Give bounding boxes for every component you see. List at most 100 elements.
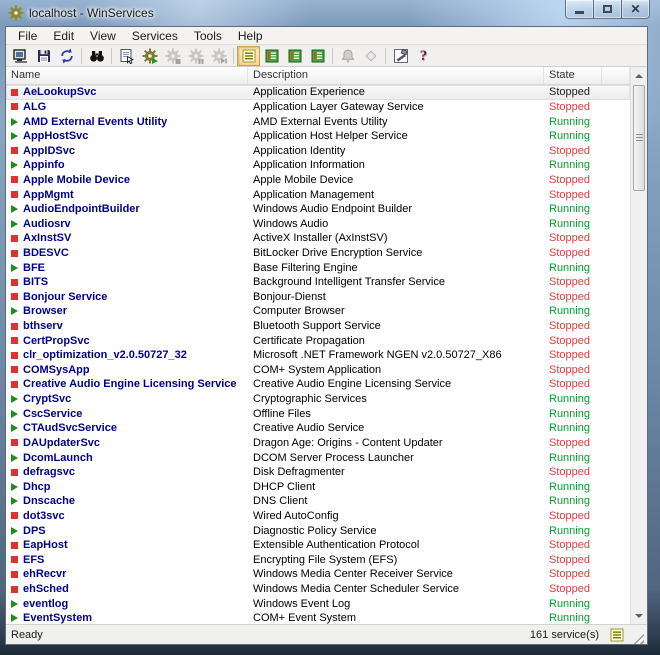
table-row[interactable]: EapHostExtensible Authentication Protoco… [6, 538, 630, 553]
tools-button[interactable] [389, 46, 412, 66]
running-icon [11, 132, 18, 140]
table-row[interactable]: AxInstSVActiveX Installer (AxInstSV)Stop… [6, 231, 630, 246]
column-header-empty[interactable] [602, 67, 630, 84]
scrollbar-thumb[interactable] [633, 85, 645, 191]
table-row[interactable]: defragsvcDisk DefragmenterStopped [6, 465, 630, 480]
table-row[interactable]: AMD External Events UtilityAMD External … [6, 114, 630, 129]
stopped-icon [11, 381, 18, 388]
table-row[interactable]: BITSBackground Intelligent Transfer Serv… [6, 275, 630, 290]
table-row[interactable]: DcomLaunchDCOM Server Process LauncherRu… [6, 450, 630, 465]
table-row[interactable]: Bonjour ServiceBonjour-DienstStopped [6, 290, 630, 305]
service-name: DAUpdaterSvc [23, 436, 100, 450]
menu-services[interactable]: Services [124, 29, 186, 43]
start-service-button[interactable] [138, 46, 161, 66]
table-row[interactable]: BFEBase Filtering EngineRunning [6, 260, 630, 275]
service-state: Running [544, 158, 602, 172]
properties-button[interactable] [115, 46, 138, 66]
stopped-icon [11, 439, 18, 446]
details-view-3-button[interactable] [306, 46, 329, 66]
list-view-button[interactable] [237, 46, 260, 66]
service-list: Name Description State AeLookupSvcApplic… [6, 67, 647, 624]
minimize-button[interactable] [565, 0, 594, 19]
table-row[interactable]: DhcpDHCP ClientRunning [6, 479, 630, 494]
table-row[interactable]: CryptSvcCryptographic ServicesRunning [6, 392, 630, 407]
stopped-icon [11, 586, 18, 593]
service-state: Stopped [544, 582, 602, 596]
table-row[interactable]: ehSchedWindows Media Center Scheduler Se… [6, 582, 630, 597]
details-view-2-button[interactable] [283, 46, 306, 66]
table-row[interactable]: AudiosrvWindows AudioRunning [6, 216, 630, 231]
service-state: Stopped [544, 509, 602, 523]
service-description: ActiveX Installer (AxInstSV) [248, 231, 544, 245]
service-name: DPS [23, 524, 46, 538]
scrollbar-track[interactable] [631, 84, 647, 607]
service-name: Apple Mobile Device [23, 173, 130, 187]
service-name: AppIDSvc [23, 144, 75, 158]
scroll-down-button[interactable] [631, 607, 647, 624]
diamond-icon [363, 48, 379, 64]
table-row[interactable]: BrowserComputer BrowserRunning [6, 304, 630, 319]
table-row[interactable]: Apple Mobile DeviceApple Mobile DeviceSt… [6, 173, 630, 188]
table-row[interactable]: DnscacheDNS ClientRunning [6, 494, 630, 509]
column-header-state[interactable]: State [544, 67, 602, 84]
table-row[interactable]: CTAudSvcServiceCreative Audio ServiceRun… [6, 421, 630, 436]
service-description: Application Layer Gateway Service [248, 100, 544, 114]
title-bar[interactable]: localhost - WinServices ✕ [0, 0, 660, 26]
menu-tools[interactable]: Tools [186, 29, 230, 43]
table-row[interactable]: eventlogWindows Event LogRunning [6, 596, 630, 611]
column-header-name[interactable]: Name [6, 67, 248, 84]
resize-grip[interactable] [631, 631, 644, 644]
table-row[interactable]: EFSEncrypting File System (EFS)Stopped [6, 553, 630, 568]
table-row[interactable]: CertPropSvcCertificate PropagationStoppe… [6, 333, 630, 348]
table-row[interactable]: AppMgmtApplication ManagementStopped [6, 187, 630, 202]
table-row[interactable]: bthservBluetooth Support ServiceStopped [6, 319, 630, 334]
scroll-up-button[interactable] [631, 67, 647, 84]
service-state: Stopped [544, 538, 602, 552]
service-state: Stopped [544, 348, 602, 362]
running-icon [11, 497, 18, 505]
menu-help[interactable]: Help [230, 29, 271, 43]
table-row[interactable]: EventSystemCOM+ Event SystemRunning [6, 611, 630, 624]
table-row[interactable]: COMSysAppCOM+ System ApplicationStopped [6, 363, 630, 378]
bell-icon [340, 48, 356, 64]
table-row[interactable]: Creative Audio Engine Licensing ServiceC… [6, 377, 630, 392]
table-row[interactable]: AppHostSvcApplication Host Helper Servic… [6, 129, 630, 144]
table-row[interactable]: CscServiceOffline FilesRunning [6, 406, 630, 421]
service-state: Running [544, 480, 602, 494]
table-row[interactable]: DPSDiagnostic Policy ServiceRunning [6, 523, 630, 538]
table-row[interactable]: AppIDSvcApplication IdentityStopped [6, 143, 630, 158]
service-description: Certificate Propagation [248, 334, 544, 348]
table-row[interactable]: AudioEndpointBuilderWindows Audio Endpoi… [6, 202, 630, 217]
menu-view[interactable]: View [82, 29, 124, 43]
menu-file[interactable]: File [10, 29, 45, 43]
service-name: clr_optimization_v2.0.50727_32 [23, 348, 187, 362]
service-description: Application Experience [248, 85, 544, 99]
connect-button[interactable] [9, 46, 32, 66]
table-row[interactable]: DAUpdaterSvcDragon Age: Origins - Conten… [6, 436, 630, 451]
stopped-icon [11, 279, 18, 286]
details-view-button[interactable] [260, 46, 283, 66]
save-button[interactable] [32, 46, 55, 66]
properties-icon [119, 48, 135, 64]
status-bar: Ready 161 service(s) [6, 624, 647, 644]
table-row[interactable]: ALGApplication Layer Gateway ServiceStop… [6, 100, 630, 115]
gear-start-icon [142, 48, 158, 64]
table-row[interactable]: dot3svcWired AutoConfigStopped [6, 509, 630, 524]
table-row[interactable]: BDESVCBitLocker Drive Encryption Service… [6, 246, 630, 261]
table-row[interactable]: ehRecvrWindows Media Center Receiver Ser… [6, 567, 630, 582]
help-button[interactable]: ? [412, 46, 435, 66]
refresh-button[interactable] [55, 46, 78, 66]
column-header-description[interactable]: Description [248, 67, 544, 84]
maximize-button[interactable] [593, 0, 622, 19]
table-row[interactable]: clr_optimization_v2.0.50727_32Microsoft … [6, 348, 630, 363]
stopped-icon [11, 366, 18, 373]
table-row[interactable]: AppinfoApplication InformationRunning [6, 158, 630, 173]
table-row[interactable]: AeLookupSvcApplication ExperienceStopped [6, 85, 630, 100]
find-button[interactable] [85, 46, 108, 66]
vertical-scrollbar[interactable] [630, 67, 647, 624]
running-icon [11, 307, 18, 315]
service-description: Computer Browser [248, 304, 544, 318]
menu-edit[interactable]: Edit [45, 29, 82, 43]
toolbar-separator [81, 48, 82, 64]
close-button[interactable]: ✕ [621, 0, 650, 19]
